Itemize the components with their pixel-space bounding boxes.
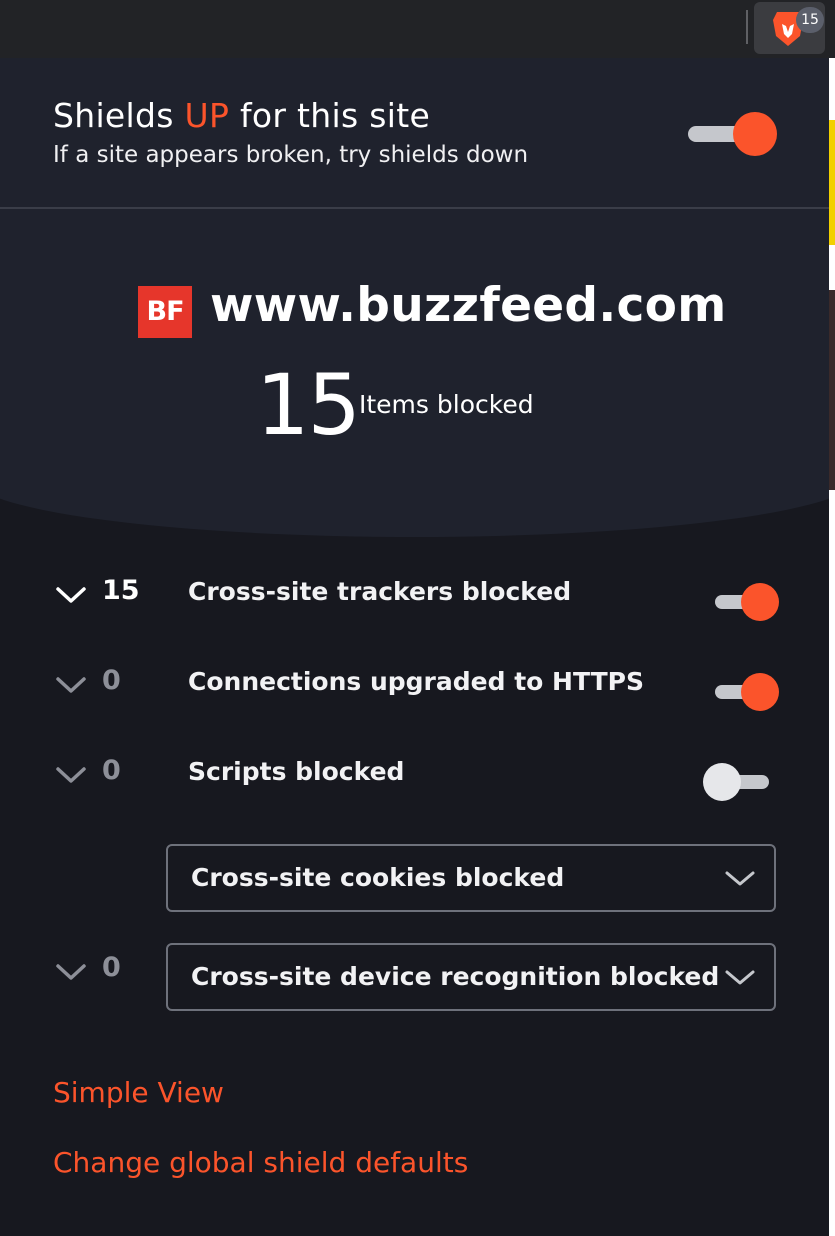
shields-toggle[interactable] [688,111,778,157]
fingerprinting-select[interactable]: Cross-site device recognition blocked [166,943,776,1011]
global-defaults-link[interactable]: Change global shield defaults [53,1146,468,1179]
browser-toolbar: 15 [0,0,835,58]
chevron-down-icon[interactable] [55,962,87,982]
trackers-label: Cross-site trackers blocked [188,577,572,606]
trackers-row: 15 Cross-site trackers blocked [0,571,829,631]
chevron-down-icon[interactable] [55,675,87,695]
https-count: 0 [102,665,121,696]
shields-subtitle: If a site appears broken, try shields do… [53,142,529,168]
chevron-down-icon[interactable] [55,585,87,605]
trackers-toggle[interactable] [715,582,779,622]
blocked-count-badge: 15 [796,7,824,33]
cookies-select-value: Cross-site cookies blocked [191,863,565,892]
summary-area [0,209,829,537]
chevron-down-icon [725,970,755,985]
toolbar-divider [746,10,748,44]
fingerprinting-select-value: Cross-site device recognition blocked [191,962,720,991]
shields-state: UP [184,96,230,135]
site-name: www.buzzfeed.com [210,278,727,333]
scripts-row: 0 Scripts blocked [0,751,829,811]
blocked-count: 15 [256,356,361,454]
https-row: 0 Connections upgraded to HTTPS [0,661,829,721]
scripts-count: 0 [102,755,121,786]
https-label: Connections upgraded to HTTPS [188,667,644,696]
fingerprinting-count: 0 [102,952,121,983]
shields-title: Shields UP for this site [53,96,431,135]
simple-view-link[interactable]: Simple View [53,1076,224,1109]
shields-header: Shields UP for this site If a site appea… [0,58,829,209]
chevron-down-icon[interactable] [55,765,87,785]
scripts-toggle[interactable] [703,762,771,802]
trackers-count: 15 [102,575,140,606]
scripts-label: Scripts blocked [188,757,405,786]
brave-shields-button[interactable]: 15 [754,2,825,54]
https-toggle[interactable] [715,672,779,712]
shields-panel: Shields UP for this site If a site appea… [0,58,829,1236]
cookies-select[interactable]: Cross-site cookies blocked [166,844,776,912]
site-favicon: BF [138,286,192,338]
page-background-edge [829,58,835,1236]
blocked-count-label: Items blocked [359,390,534,419]
chevron-down-icon [725,871,755,886]
